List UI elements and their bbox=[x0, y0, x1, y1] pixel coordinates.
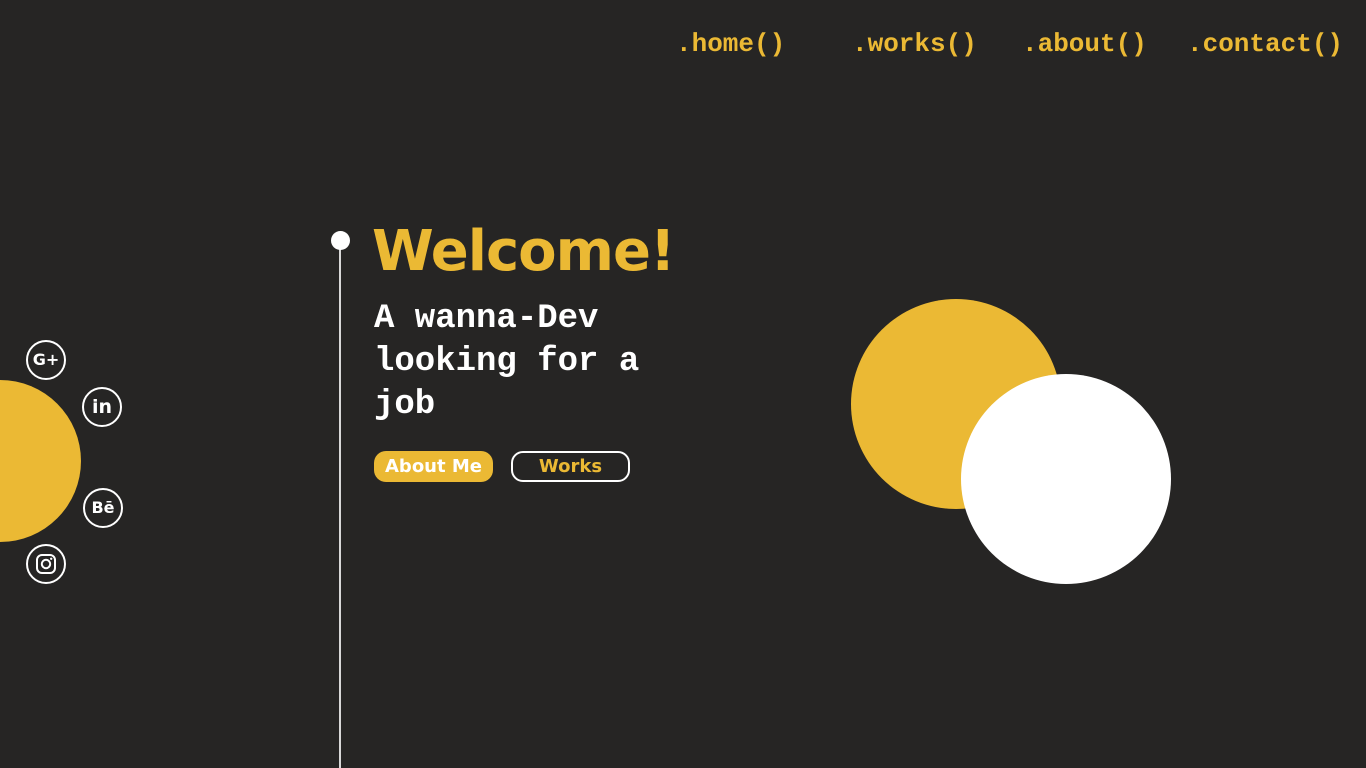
sidebar-decorative-circle bbox=[0, 380, 81, 542]
timeline-line bbox=[339, 240, 341, 768]
linkedin-icon[interactable]: in bbox=[82, 387, 122, 427]
nav-about-link[interactable]: .about() bbox=[1022, 26, 1147, 62]
google-plus-icon[interactable]: G+ bbox=[26, 340, 66, 380]
decorative-white-circle bbox=[961, 374, 1171, 584]
works-button[interactable]: Works bbox=[511, 451, 630, 482]
timeline-dot bbox=[331, 231, 350, 250]
hero-tagline: A wanna-Dev looking for a job bbox=[374, 300, 640, 424]
google-plus-glyph: G+ bbox=[32, 350, 60, 369]
nav-contact-link[interactable]: .contact() bbox=[1187, 26, 1343, 62]
behance-glyph: Bē bbox=[91, 498, 115, 517]
instagram-icon[interactable] bbox=[26, 544, 66, 584]
nav-home-link[interactable]: .home() bbox=[676, 26, 785, 62]
top-nav: .home() .works() .about() .contact() bbox=[0, 26, 1366, 66]
instagram-glyph bbox=[36, 554, 56, 574]
page: .home() .works() .about() .contact() G+ … bbox=[0, 0, 1366, 768]
nav-works-link[interactable]: .works() bbox=[852, 26, 977, 62]
behance-icon[interactable]: Bē bbox=[83, 488, 123, 528]
hero-title: Welcome! bbox=[372, 219, 675, 284]
about-me-button[interactable]: About Me bbox=[374, 451, 493, 482]
linkedin-glyph: in bbox=[91, 395, 113, 418]
